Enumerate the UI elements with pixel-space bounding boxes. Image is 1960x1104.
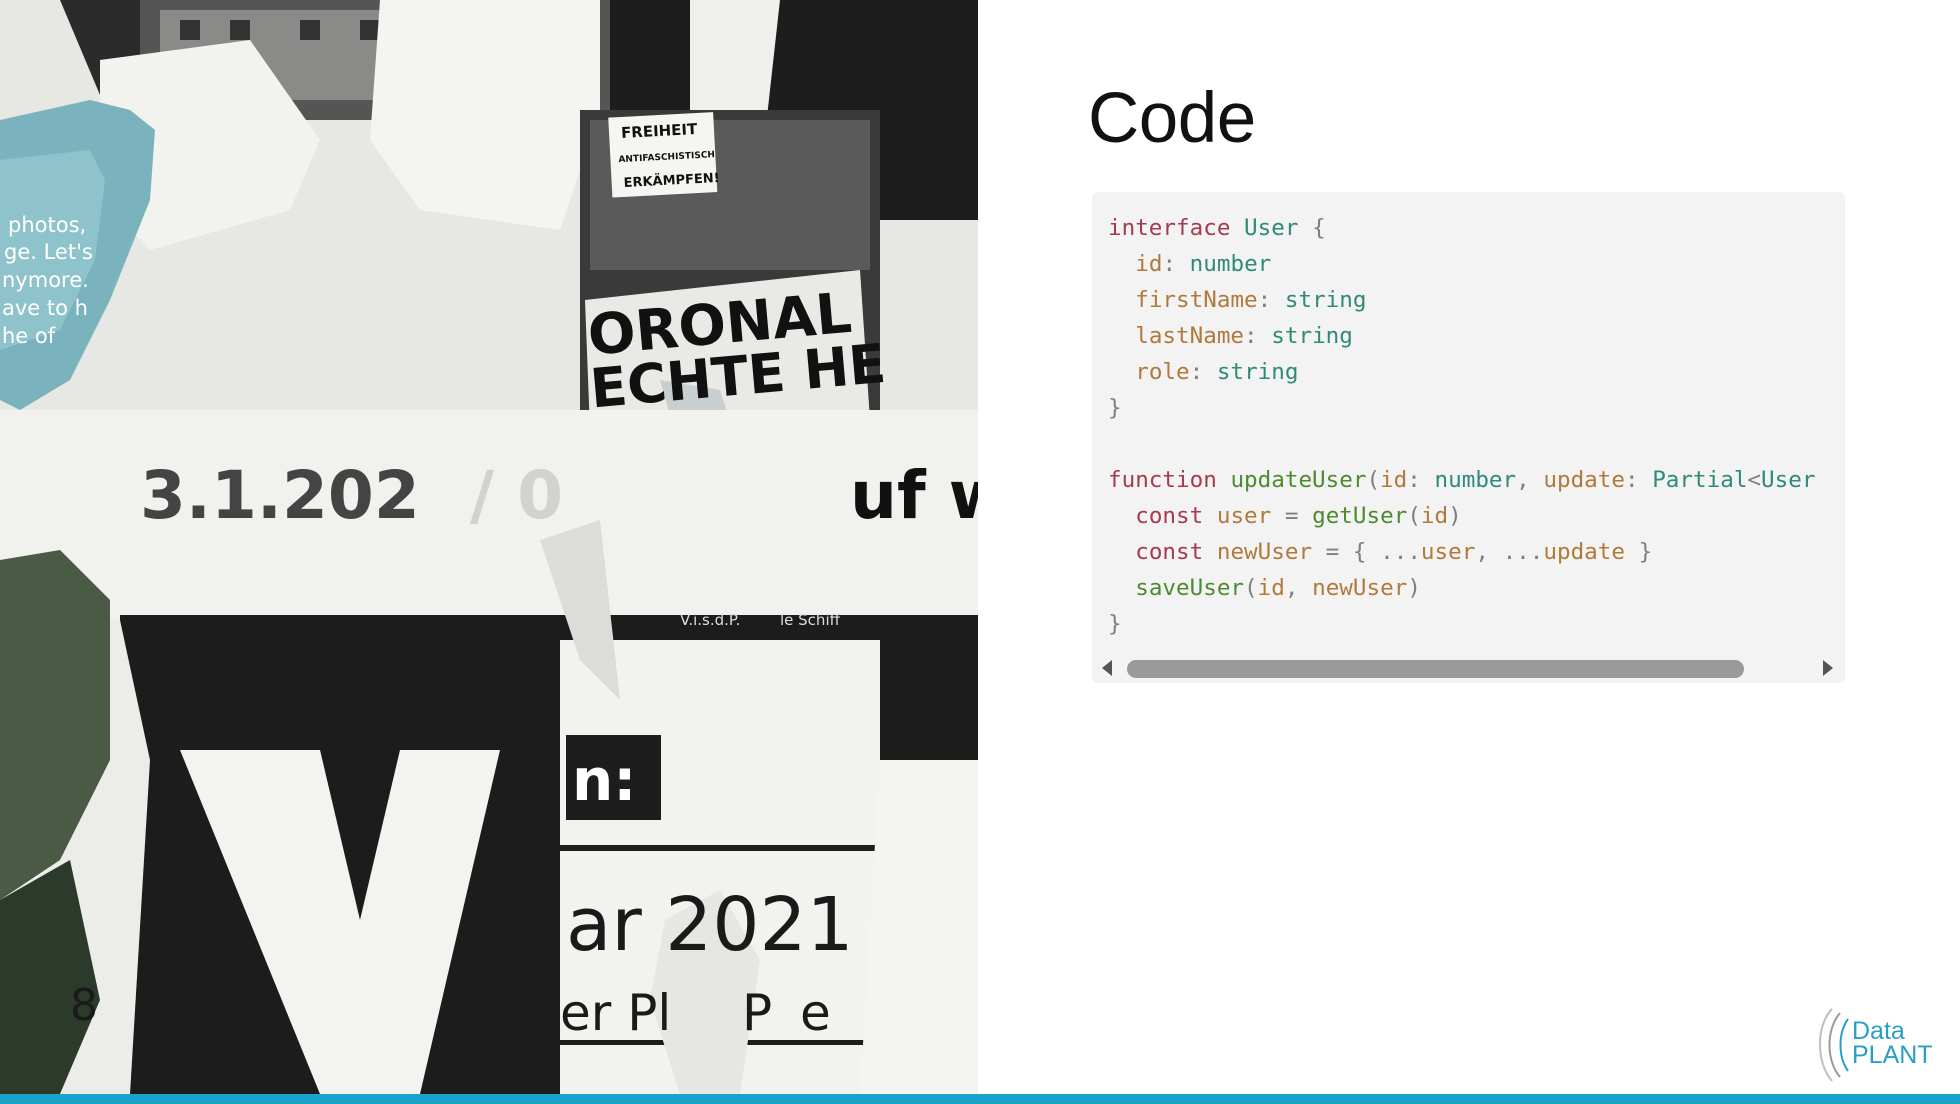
- triangle-left-icon[interactable]: [1102, 660, 1112, 676]
- poster-text: e: [800, 984, 831, 1042]
- poster-text: er Pl: [560, 984, 671, 1042]
- poster-text: V.i.s.d.P.: [680, 611, 740, 629]
- background-photo: photos, ge. Let's nymore. ave to h he of…: [0, 0, 978, 1094]
- bottom-accent-bar: [0, 1094, 1960, 1104]
- poster-text: le Schiff: [780, 611, 841, 629]
- scrollbar-thumb[interactable]: [1127, 660, 1744, 678]
- logo-line-plant: PLANT: [1852, 1041, 1933, 1069]
- poster-text: he of: [2, 324, 56, 348]
- dataplant-logo: Data PLANT: [1810, 1005, 1950, 1085]
- poster-text: 8: [70, 980, 98, 1031]
- code-viewport[interactable]: interface User { id: number firstName: s…: [1092, 192, 1845, 652]
- poster-text: photos,: [8, 213, 86, 237]
- triangle-right-icon[interactable]: [1823, 660, 1833, 676]
- logo-mark-icon: [1819, 1008, 1849, 1082]
- logo-line-data: Data: [1852, 1017, 1905, 1045]
- poster-text: uf w: [850, 457, 978, 534]
- code-block[interactable]: interface User { id: number firstName: s…: [1092, 192, 1845, 683]
- poster-text: P: [742, 984, 772, 1042]
- poster-text: ge. Let's: [4, 240, 93, 264]
- poster-text: ave to h: [2, 296, 88, 320]
- poster-text: nymore.: [2, 268, 89, 292]
- horizontal-scrollbar[interactable]: [1092, 652, 1845, 683]
- slide-title: Code: [1088, 79, 1256, 158]
- poster-text: 3.1.202: [140, 457, 420, 534]
- logo-text: Data PLANT: [1852, 1017, 1933, 1069]
- code-lines: interface User { id: number firstName: s…: [1108, 215, 1816, 637]
- poster-text: n:: [572, 746, 637, 814]
- poster-text: / 0: [470, 457, 563, 534]
- poster-text: ar 2021: [566, 882, 854, 968]
